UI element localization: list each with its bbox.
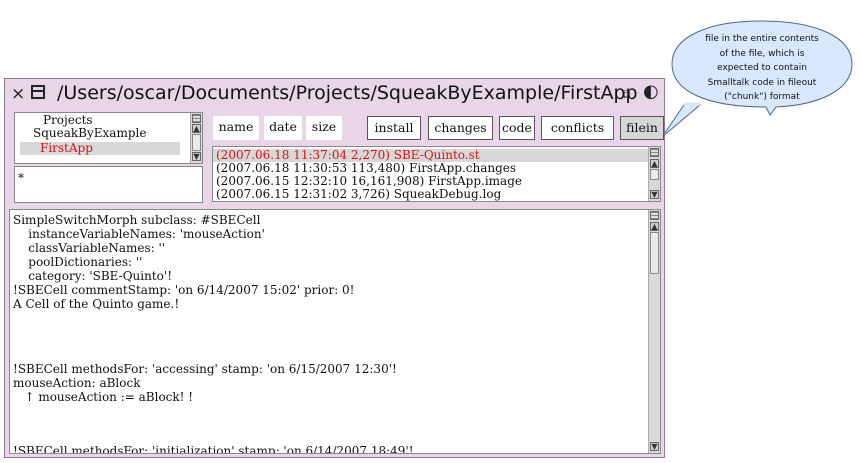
scroll-up-icon[interactable]: ▲ — [650, 222, 659, 231]
file-list-scrollbar[interactable]: ▲ ▼ — [648, 147, 660, 201]
window-menu-icon[interactable] — [31, 85, 45, 99]
code-line: !SBECell methodsFor: 'initialization' st… — [13, 444, 414, 454]
collapse-icon[interactable]: ⧉ — [622, 87, 631, 102]
code-line: classVariableNames: '' — [13, 241, 166, 255]
scroll-grip-icon[interactable] — [650, 211, 659, 220]
filter-pattern-text[interactable]: * — [18, 171, 24, 185]
filein-button[interactable]: filein — [620, 116, 664, 140]
tree-item-firstapp[interactable]: FirstApp — [20, 142, 180, 155]
help-balloon-line: of the file, which is — [719, 48, 805, 59]
help-balloon-line: file in the entire contents — [705, 34, 819, 44]
directory-tree-pane[interactable]: Projects SqueakByExample FirstApp ▲ ▼ — [14, 112, 203, 164]
tree-scrollbar[interactable]: ▲ ▼ — [190, 113, 202, 163]
scroll-grip-icon[interactable] — [192, 114, 201, 123]
help-balloon-line: ("chunk") format — [724, 92, 800, 102]
file-contents-scrollbar[interactable]: ▲ ▼ — [648, 210, 660, 453]
code-line: !SBECell commentStamp: 'on 6/14/2007 15:… — [13, 283, 355, 297]
scroll-thumb[interactable] — [650, 169, 659, 180]
tree-item-squeakbyexample[interactable]: SqueakByExample — [33, 127, 146, 140]
file-row[interactable]: (2007.06.15 12:31:02 3,726) SqueakDebug.… — [216, 188, 501, 201]
scroll-down-icon[interactable]: ▼ — [650, 190, 659, 199]
code-line: mouseAction: aBlock — [13, 376, 141, 390]
code-line: SimpleSwitchMorph subclass: #SBECell — [13, 213, 261, 227]
scroll-up-icon[interactable]: ▲ — [650, 159, 659, 168]
install-button[interactable]: install — [367, 116, 421, 140]
changes-button[interactable]: changes — [428, 116, 493, 140]
conflicts-button[interactable]: conflicts — [541, 116, 614, 140]
close-icon[interactable]: × — [11, 84, 25, 104]
window-title: /Users/oscar/Documents/Projects/SqueakBy… — [57, 82, 638, 104]
scroll-thumb[interactable] — [192, 134, 201, 151]
sort-by-name-button[interactable]: name — [213, 116, 259, 140]
filter-pattern-pane[interactable]: * — [14, 166, 203, 203]
scroll-thumb[interactable] — [650, 232, 659, 274]
help-balloon-line: expected to contain — [717, 63, 807, 73]
code-line: instanceVariableNames: 'mouseAction' — [13, 227, 265, 241]
file-contents-pane[interactable]: SimpleSwitchMorph subclass: #SBECell ins… — [9, 209, 661, 454]
file-list-window: × /Users/oscar/Documents/Projects/Squeak… — [4, 78, 665, 458]
code-line: ↑ mouseAction := aBlock! ! — [13, 390, 194, 404]
title-bar[interactable]: × /Users/oscar/Documents/Projects/Squeak… — [5, 79, 664, 111]
code-button[interactable]: code — [499, 116, 535, 140]
sort-by-date-button[interactable]: date — [264, 116, 302, 140]
file-list-pane[interactable]: (2007.06.18 11:37:04 2,270) SBE-Quinto.s… — [212, 146, 661, 202]
code-line: category: 'SBE-Quinto'! — [13, 269, 173, 283]
scroll-down-icon[interactable]: ▼ — [192, 152, 201, 161]
code-line: poolDictionaries: '' — [13, 255, 143, 269]
code-line: A Cell of the Quinto game.! — [13, 297, 180, 311]
scroll-down-icon[interactable]: ▼ — [650, 442, 659, 451]
scroll-grip-icon[interactable] — [650, 148, 659, 157]
help-balloon-text: file in the entire contents of the file,… — [687, 32, 837, 105]
help-balloon-line: Smalltalk code in fileout — [707, 77, 817, 88]
scroll-up-icon[interactable]: ▲ — [192, 124, 201, 133]
code-line: !SBECell methodsFor: 'accessing' stamp: … — [13, 362, 397, 376]
sort-by-size-button[interactable]: size — [306, 116, 342, 140]
expand-icon[interactable]: ◐ — [643, 81, 659, 102]
